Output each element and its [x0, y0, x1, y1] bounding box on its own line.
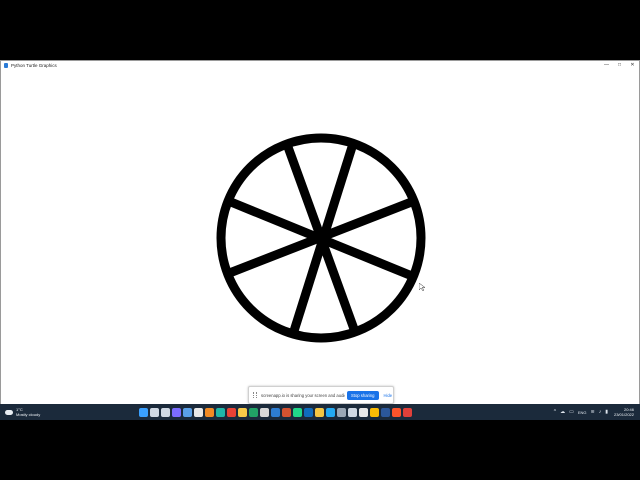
file-icon[interactable]	[194, 407, 203, 417]
task-view-icon[interactable]	[161, 407, 170, 417]
wifi-icon[interactable]: ≋	[591, 409, 595, 415]
tray-chevron-icon[interactable]: ^	[554, 409, 556, 415]
chrome-icon[interactable]	[227, 407, 236, 417]
calc-icon[interactable]	[271, 407, 280, 417]
clock[interactable]: 20:46 23/01/2022	[614, 407, 634, 417]
search-icon[interactable]	[150, 407, 159, 417]
powerpoint-icon[interactable]	[282, 407, 291, 417]
maximize-button[interactable]: □	[613, 61, 626, 69]
app-icon[interactable]	[260, 407, 269, 417]
chat-icon[interactable]	[172, 407, 181, 417]
notes-icon[interactable]	[238, 407, 247, 417]
battery-icon[interactable]: ▮	[605, 409, 608, 415]
onedrive-icon[interactable]: ☁	[560, 409, 565, 415]
outlook-icon[interactable]	[304, 407, 313, 417]
excel-icon[interactable]	[249, 407, 258, 417]
terminal-icon[interactable]	[348, 407, 357, 417]
windows-start-icon[interactable]	[139, 407, 148, 417]
settings-icon[interactable]	[337, 407, 346, 417]
system-tray: ^ ☁ ▭ ENG ≋ ♪ ▮ 20:46 23/01/2022	[554, 404, 634, 420]
turtle-window: Python Turtle Graphics — □ ✕	[0, 60, 640, 405]
word-icon[interactable]	[381, 407, 390, 417]
volume-icon[interactable]: ♪	[599, 409, 602, 415]
minimize-button[interactable]: —	[600, 61, 613, 69]
vscode-icon[interactable]	[326, 407, 335, 417]
pycharm-icon[interactable]	[293, 407, 302, 417]
weather-widget[interactable]: 1°C Mostly cloudy	[5, 407, 65, 417]
sublime-icon[interactable]	[205, 407, 214, 417]
mouse-cursor-icon	[419, 283, 425, 291]
drag-handle-icon[interactable]	[253, 392, 257, 398]
folder-icon[interactable]	[315, 407, 324, 417]
calendar-icon[interactable]	[359, 407, 368, 417]
taskbar-apps	[139, 404, 412, 420]
language-indicator[interactable]: ENG	[578, 410, 587, 415]
network-tray-icon[interactable]: ▭	[569, 409, 574, 415]
weather-condition: Mostly cloudy	[16, 412, 41, 417]
taskbar: 1°C Mostly cloudy ^ ☁ ▭ ENG ≋ ♪ ▮ 20:46 …	[0, 404, 640, 420]
turtle-drawing	[216, 133, 426, 343]
clock-date: 23/01/2022	[613, 412, 634, 417]
edge-icon[interactable]	[216, 407, 225, 417]
close-button[interactable]: ✕	[626, 61, 639, 69]
turtle-canvas[interactable]	[1, 69, 639, 405]
title-bar[interactable]: Python Turtle Graphics — □ ✕	[1, 61, 639, 69]
share-message: screenapp.io is sharing your screen and …	[261, 392, 345, 398]
chrome-icon-2[interactable]	[370, 407, 379, 417]
widgets-icon[interactable]	[183, 407, 192, 417]
recorder-icon[interactable]	[403, 407, 412, 417]
screen-share-bar: screenapp.io is sharing your screen and …	[248, 386, 394, 404]
hide-button[interactable]: Hide	[384, 393, 393, 398]
stop-sharing-button[interactable]: Stop sharing	[347, 390, 379, 400]
window-title: Python Turtle Graphics	[11, 62, 57, 68]
python-feather-icon	[4, 62, 8, 68]
brave-icon[interactable]	[392, 407, 401, 417]
cloud-icon	[5, 409, 13, 415]
window-controls: — □ ✕	[600, 61, 639, 69]
